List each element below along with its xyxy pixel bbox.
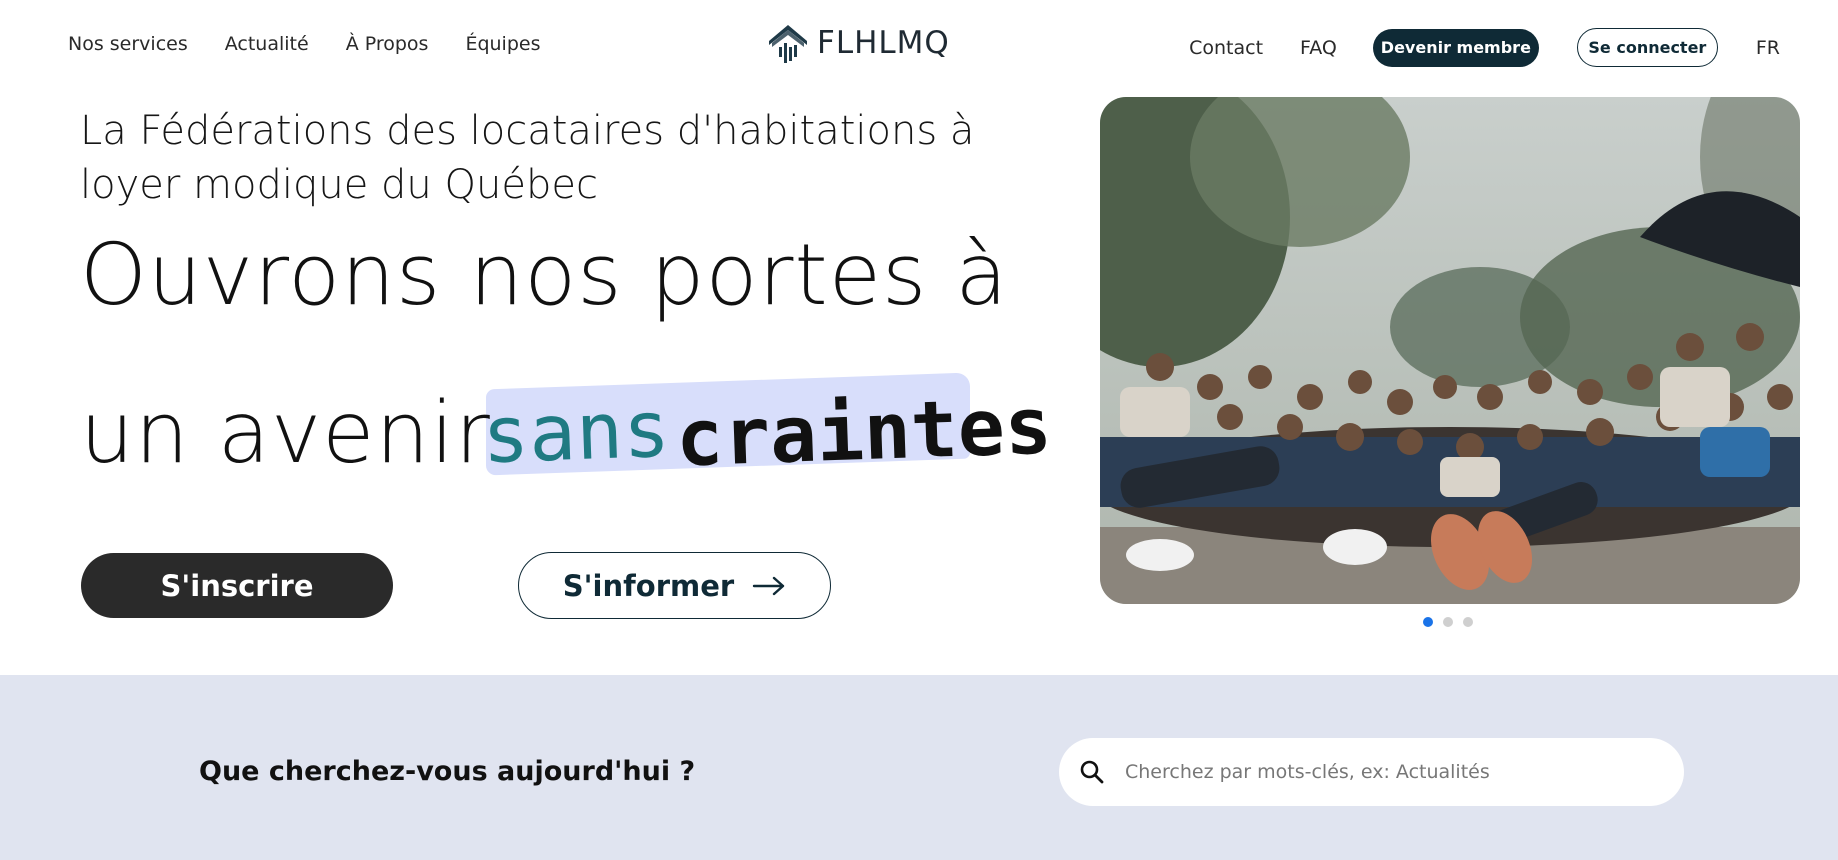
carousel-pagination bbox=[1423, 617, 1473, 627]
search-input[interactable] bbox=[1125, 761, 1645, 783]
hero-headline-line1: Ouvrons nos portes à bbox=[80, 226, 1009, 325]
nav-contact[interactable]: Contact bbox=[1189, 37, 1263, 59]
house-logo-icon bbox=[769, 25, 807, 63]
search-bar[interactable] bbox=[1059, 738, 1684, 806]
carousel-dot-1[interactable] bbox=[1423, 617, 1433, 627]
hero-carousel-image bbox=[1100, 97, 1800, 604]
hero-headline-line2: un avenir bbox=[80, 384, 491, 483]
logo[interactable]: FLHLMQ bbox=[767, 21, 950, 65]
become-member-button[interactable]: Devenir membre bbox=[1372, 28, 1539, 67]
nav-faq[interactable]: FAQ bbox=[1300, 37, 1337, 59]
site-header: Nos services Actualité À Propos Équipes … bbox=[0, 0, 1838, 94]
nav-teams[interactable]: Équipes bbox=[465, 33, 540, 55]
language-switch[interactable]: FR bbox=[1756, 37, 1780, 59]
secondary-nav: Contact FAQ Devenir membre Se connecter … bbox=[1189, 28, 1780, 67]
group-photo-illustration bbox=[1100, 97, 1800, 604]
learn-more-label: S'informer bbox=[562, 568, 735, 603]
nav-about[interactable]: À Propos bbox=[346, 33, 429, 55]
highlight-word-sans: sans bbox=[480, 384, 672, 482]
hero-subtitle: La Fédérations des locataires d'habitati… bbox=[80, 108, 975, 208]
carousel-dot-2[interactable] bbox=[1443, 617, 1453, 627]
nav-news[interactable]: Actualité bbox=[225, 33, 309, 55]
search-icon bbox=[1080, 760, 1104, 784]
nav-services[interactable]: Nos services bbox=[68, 33, 188, 55]
arrow-right-icon bbox=[752, 576, 785, 595]
search-section-title: Que cherchez-vous aujourd'hui ? bbox=[199, 756, 696, 787]
signup-button[interactable]: S'inscrire bbox=[81, 553, 393, 618]
carousel-dot-3[interactable] bbox=[1463, 617, 1473, 627]
highlight-word-craintes: craintes bbox=[674, 381, 1054, 485]
logo-text: FLHLMQ bbox=[817, 25, 950, 61]
main-nav: Nos services Actualité À Propos Équipes bbox=[68, 33, 541, 55]
login-button[interactable]: Se connecter bbox=[1576, 28, 1718, 67]
learn-more-button[interactable]: S'informer bbox=[518, 552, 831, 619]
